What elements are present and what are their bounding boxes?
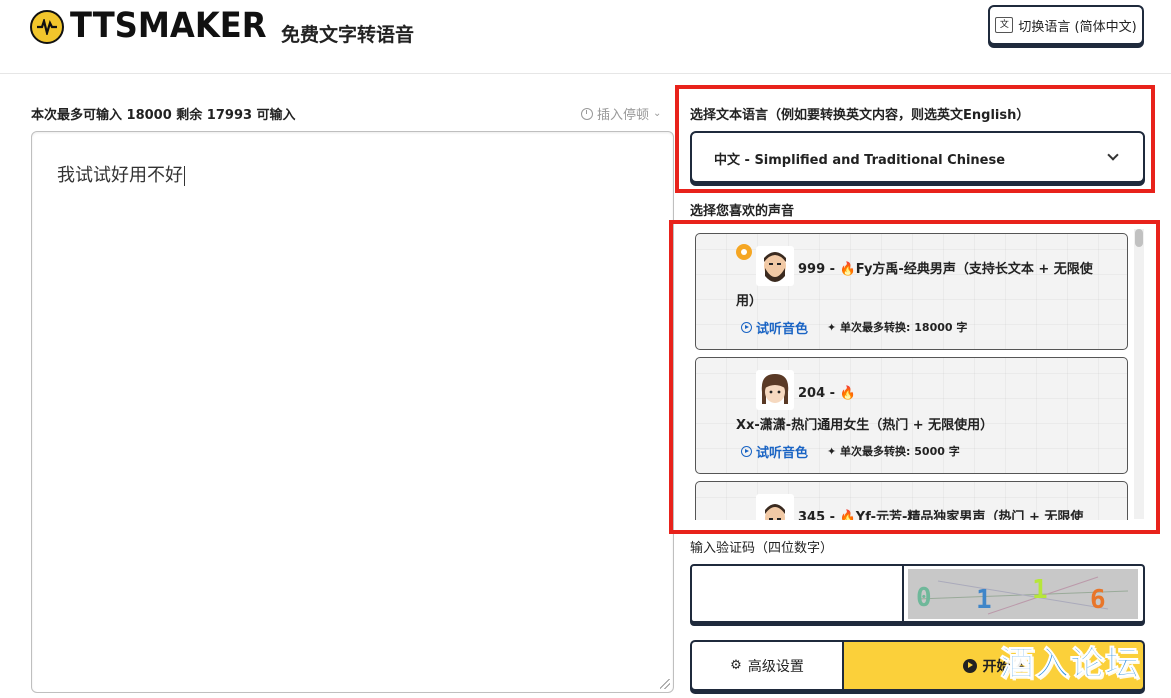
text-input-area[interactable]: 我试试好用不好 — [31, 131, 674, 693]
highlight-box-language — [675, 85, 1155, 193]
switch-language-button[interactable]: 文 切换语言 (简体中文) — [988, 5, 1144, 45]
char-counter: 本次最多可输入 18000 剩余 17993 可输入 — [31, 108, 296, 123]
captcha-char: 0 — [916, 583, 932, 613]
clock-icon — [581, 107, 593, 120]
advanced-settings-button[interactable]: ⚙ 高级设置 — [690, 640, 844, 691]
captcha-input[interactable] — [690, 564, 904, 623]
captcha-image[interactable]: 0 1 1 6 — [904, 564, 1145, 623]
watermark-logo: 酒入论坛 — [1000, 644, 1140, 685]
captcha-char: 1 — [976, 585, 992, 615]
play-icon — [962, 658, 977, 673]
switch-language-label: 切换语言 (简体中文) — [1018, 19, 1137, 35]
text-caret — [184, 166, 185, 186]
logo-icon — [30, 10, 64, 44]
highlight-box-voices — [669, 220, 1160, 534]
advanced-settings-label: 高级设置 — [747, 658, 804, 675]
text-input-value: 我试试好用不好 — [57, 165, 183, 186]
captcha-label: 输入验证码（四位数字） — [690, 541, 834, 556]
logo-text[interactable]: TTSMAKER — [70, 6, 267, 46]
insert-pause-dropdown[interactable]: 插入停顿 ⌄ — [581, 104, 661, 123]
voice-select-label: 选择您喜欢的声音 — [690, 204, 795, 219]
sliders-icon: ⚙ — [730, 658, 742, 673]
site-tagline: 免费文字转语音 — [281, 24, 415, 46]
captcha-char: 6 — [1090, 585, 1106, 615]
captcha-char: 1 — [1032, 575, 1048, 605]
insert-pause-label: 插入停顿 — [597, 108, 650, 123]
top-header: TTSMAKER 免费文字转语音 文 切换语言 (简体中文) — [0, 0, 1171, 74]
translate-icon: 文 — [995, 17, 1014, 33]
resize-handle[interactable] — [660, 679, 670, 689]
chevron-down-icon: ⌄ — [653, 108, 662, 119]
